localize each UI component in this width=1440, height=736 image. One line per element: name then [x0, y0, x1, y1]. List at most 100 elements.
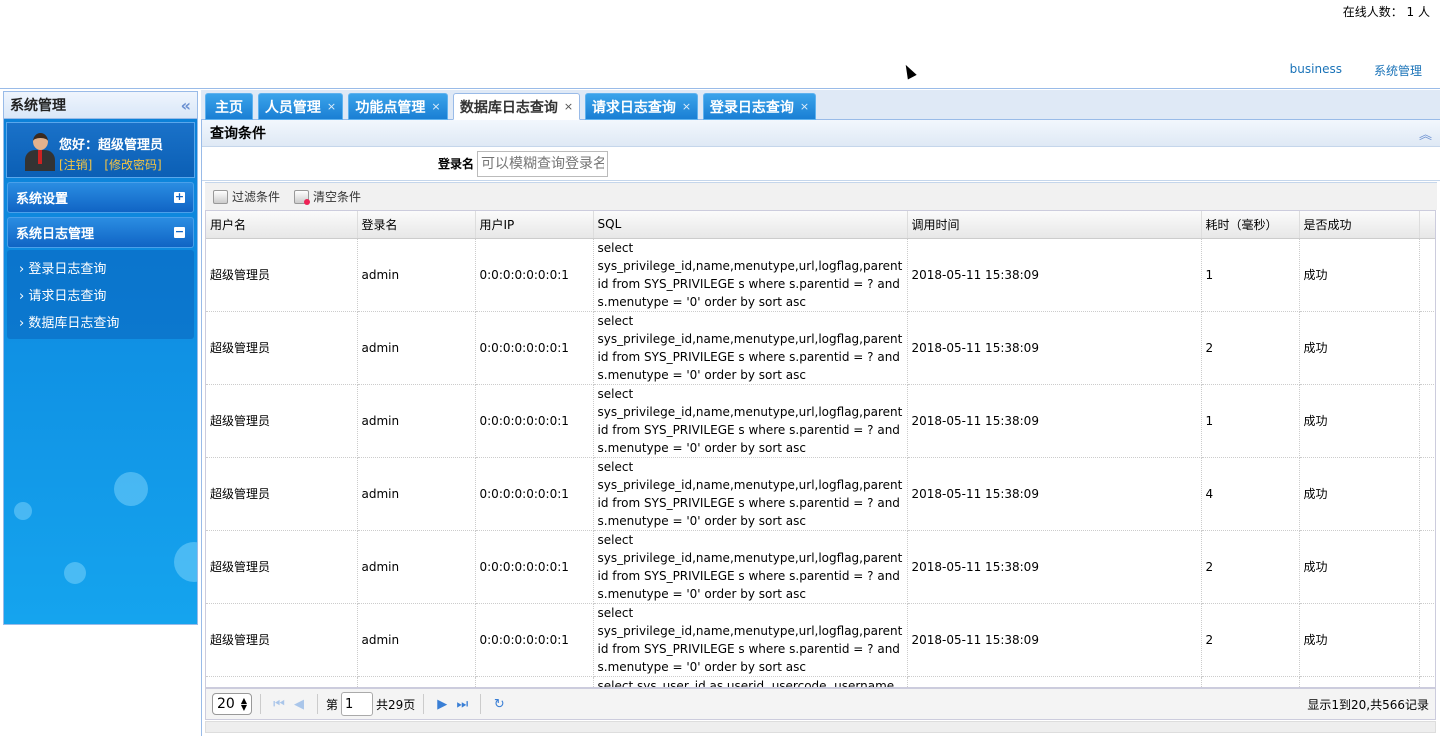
table-cell: 2018-05-11 15:38:09: [907, 603, 1202, 677]
page-prefix: 第: [326, 697, 339, 712]
table-cell: 2018-05-11 15:38:09: [907, 311, 1202, 385]
decor-bubble: [174, 542, 197, 582]
pagination-bar: 20 ▲▼ ⏮ ◀ 第 共29页 ▶ ⏭ ↻ 显示1到20,共566记录: [205, 688, 1436, 720]
table-row[interactable]: 超级管理员 admin 0:0:0:0:0:0:0:1 select sys_priv…: [206, 530, 1435, 604]
page-number-input[interactable]: [341, 692, 374, 716]
user-panel: 您好：超级管理员 [注销] [修改密码]: [6, 122, 195, 178]
top-nav: business 系统管理: [1290, 62, 1422, 79]
table-cell: 2018-05-11 15:38:09: [907, 457, 1202, 531]
column-header[interactable]: SQL: [593, 211, 908, 239]
table-row[interactable]: 超级管理员 admin 0:0:0:0:0:0:0:1 select sys_priv…: [206, 603, 1435, 677]
table-cell: 0:0:0:0:0:0:0:1: [475, 530, 594, 604]
avatar: [25, 133, 55, 171]
column-header[interactable]: 登录名: [357, 211, 476, 239]
first-page-icon[interactable]: ⏮: [269, 697, 289, 712]
table-row[interactable]: 超级管理员 admin 0:0:0:0:0:0:0:1 select sys_priv…: [206, 311, 1435, 385]
table-cell: 2: [1201, 530, 1300, 604]
user-links: [注销] [修改密码]: [59, 156, 162, 173]
collapse-icon[interactable]: −: [174, 226, 185, 238]
change-password-link[interactable]: [修改密码]: [104, 156, 161, 173]
grid-body: 超级管理员 admin 0:0:0:0:0:0:0:1 select sys_priv…: [206, 238, 1435, 687]
page-size-select[interactable]: 20 ▲ ▼: [212, 693, 252, 715]
table-cell: [357, 676, 476, 687]
column-header[interactable]: 用户IP: [475, 211, 594, 239]
prev-page-icon[interactable]: ◀: [289, 697, 309, 712]
table-cell: admin: [357, 603, 476, 677]
expand-icon[interactable]: +: [174, 191, 185, 203]
table-cell: select sys_privilege_id,name,menutype,ur…: [593, 238, 908, 312]
tab-label: 数据库日志查询: [459, 99, 558, 116]
horizontal-scrollbar[interactable]: [205, 721, 1436, 733]
submenu-item-db-log[interactable]: › 数据库日志查询: [7, 308, 194, 335]
table-cell: 超级管理员: [206, 457, 358, 531]
last-page-icon[interactable]: ⏭: [452, 697, 472, 712]
table-cell: 超级管理员: [206, 603, 358, 677]
sidebar: 系统管理 « 您好：超级管理员 [注销] [修改密码] 系统设置 + 系统日志管…: [3, 91, 198, 625]
table-row-partial[interactable]: select sys_user_id as userid, usercode, …: [206, 676, 1435, 687]
table-cell: 0:0:0:0:0:0:0:1: [475, 384, 594, 458]
tab-label: 人员管理: [264, 99, 321, 116]
table-row[interactable]: 超级管理员 admin 0:0:0:0:0:0:0:1 select sys_priv…: [206, 384, 1435, 458]
sidebar-header: 系统管理 «: [4, 92, 197, 119]
clear-button[interactable]: 清空条件: [294, 188, 361, 205]
login-name-input[interactable]: [477, 150, 609, 177]
divider: [260, 694, 261, 714]
grid-toolbar: 过滤条件 清空条件: [205, 182, 1437, 210]
tab-label: 主页: [215, 99, 243, 116]
table-cell-spacer: [1419, 457, 1435, 531]
filter-button[interactable]: 过滤条件: [213, 188, 280, 205]
close-icon[interactable]: ×: [800, 100, 809, 113]
tab-label: 登录日志查询: [709, 99, 794, 116]
table-cell: [1299, 676, 1420, 687]
tab-db-log[interactable]: 数据库日志查询 ×: [453, 93, 580, 120]
greeting: 您好：超级管理员: [59, 138, 164, 153]
menu-label: 系统日志管理: [16, 227, 95, 242]
table-cell: 2018-05-11 15:38:09: [907, 384, 1202, 458]
decor-bubble: [14, 502, 32, 520]
column-header[interactable]: 调用时间: [907, 211, 1202, 239]
tab-function-management[interactable]: 功能点管理 ×: [348, 93, 448, 120]
close-icon[interactable]: ×: [327, 100, 336, 113]
tab-login-log[interactable]: 登录日志查询 ×: [703, 93, 816, 120]
close-icon[interactable]: ×: [682, 100, 691, 113]
table-cell: [1201, 676, 1300, 687]
nav-business-link[interactable]: business: [1290, 62, 1342, 79]
table-cell: select sys_user_id as userid, usercode, …: [593, 676, 908, 687]
table-cell: admin: [357, 311, 476, 385]
nav-system-link[interactable]: 系统管理: [1374, 62, 1422, 79]
submenu-item-login-log[interactable]: › 登录日志查询: [7, 254, 194, 281]
submenu-item-request-log[interactable]: › 请求日志查询: [7, 281, 194, 308]
divider: [317, 694, 318, 714]
table-cell: admin: [357, 457, 476, 531]
collapse-left-icon[interactable]: «: [181, 96, 191, 115]
column-header[interactable]: 用户名: [206, 211, 358, 239]
next-page-icon[interactable]: ▶: [432, 697, 452, 712]
table-cell: 1: [1201, 238, 1300, 312]
submenu: › 登录日志查询 › 请求日志查询 › 数据库日志查询: [7, 250, 194, 339]
table-row[interactable]: 超级管理员 admin 0:0:0:0:0:0:0:1 select sys_priv…: [206, 238, 1435, 312]
table-cell: select sys_privilege_id,name,menutype,ur…: [593, 457, 908, 531]
menu-label: 系统设置: [16, 192, 69, 207]
top-header: 在线人数： 1 人 business 系统管理: [0, 0, 1440, 89]
table-row[interactable]: 超级管理员 admin 0:0:0:0:0:0:0:1 select sys_priv…: [206, 457, 1435, 531]
divider: [480, 694, 482, 714]
table-cell: 0:0:0:0:0:0:0:1: [475, 311, 594, 385]
refresh-icon[interactable]: ↻: [489, 697, 509, 712]
column-header-spacer: [1419, 211, 1435, 239]
tab-request-log[interactable]: 请求日志查询 ×: [585, 93, 698, 120]
logout-link[interactable]: [注销]: [59, 156, 92, 173]
clear-icon: [294, 189, 311, 205]
table-cell-spacer: [1419, 530, 1435, 604]
table-cell: 成功: [1299, 457, 1420, 531]
menu-system-settings[interactable]: 系统设置 +: [7, 182, 194, 213]
close-icon[interactable]: ×: [431, 100, 440, 113]
tab-home[interactable]: 主页: [205, 93, 253, 120]
close-icon[interactable]: ×: [564, 100, 573, 113]
collapse-up-icon[interactable]: ︽: [1419, 124, 1432, 143]
column-header[interactable]: 是否成功: [1299, 211, 1420, 239]
column-header[interactable]: 耗时（毫秒）: [1201, 211, 1300, 239]
table-cell: 2: [1201, 311, 1300, 385]
tab-user-management[interactable]: 人员管理 ×: [258, 93, 343, 120]
menu-system-log[interactable]: 系统日志管理 −: [7, 217, 194, 248]
query-form: 登录名: [202, 147, 1440, 181]
